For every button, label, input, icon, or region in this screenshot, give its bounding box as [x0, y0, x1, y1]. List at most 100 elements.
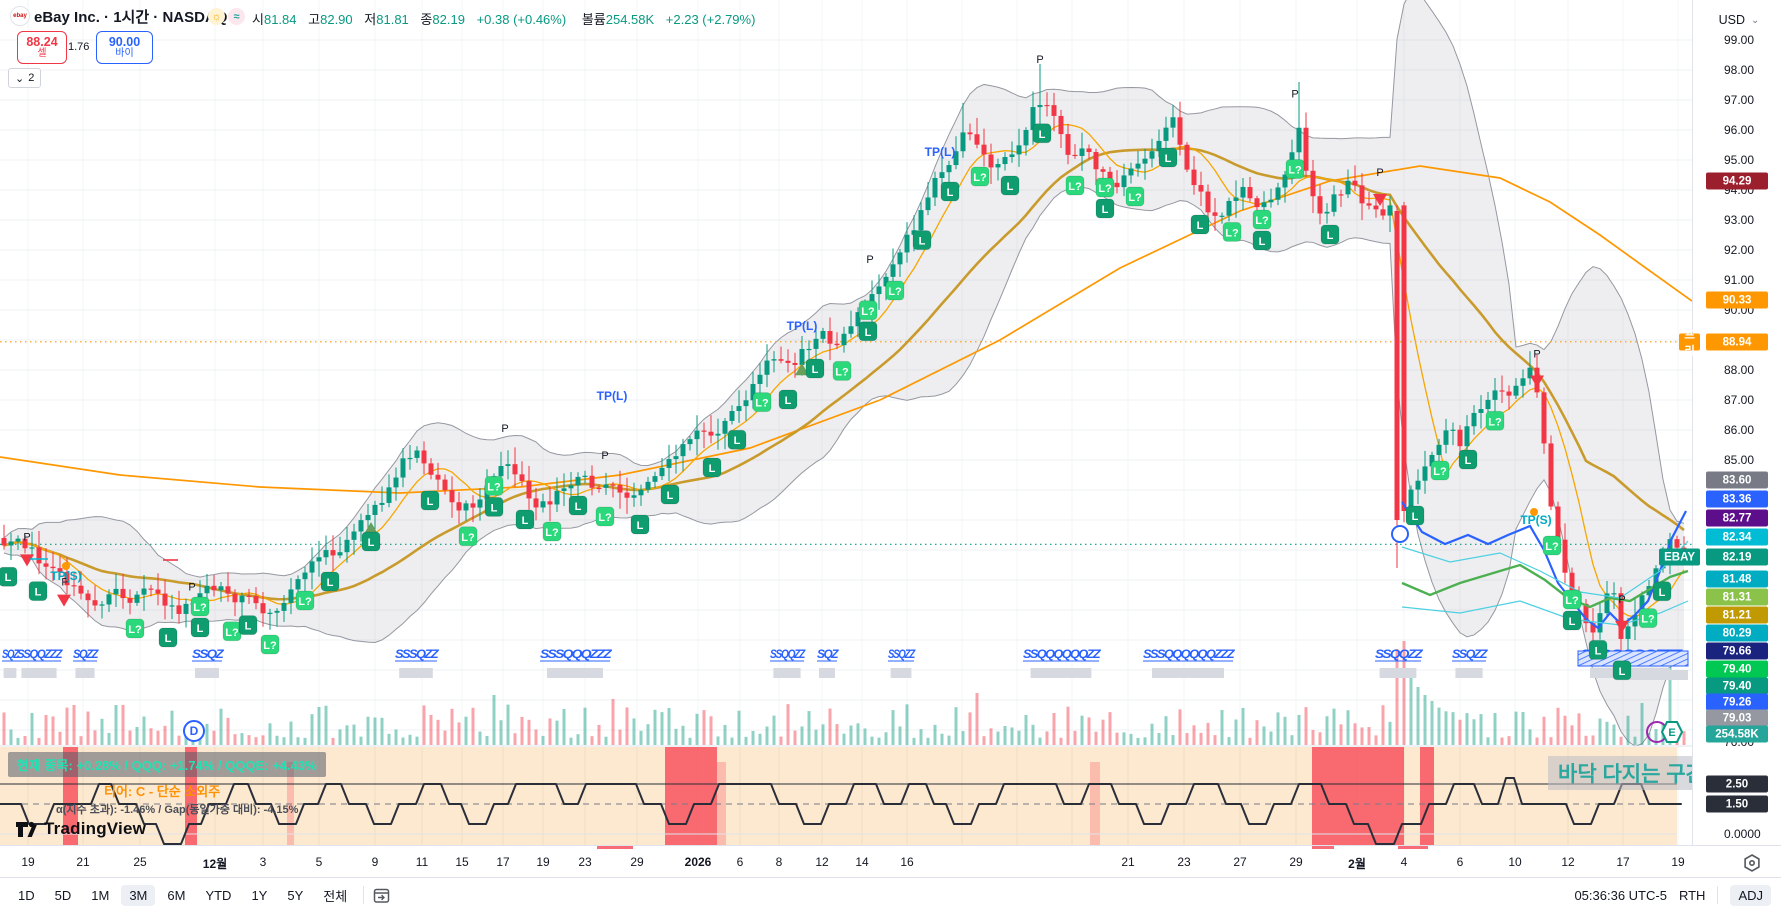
time-label: 19	[536, 855, 550, 869]
squeeze-labels: SQZ SSQQZZZ SQZZ SSQZ SSSQZZ SSSQQQZZZ SSQQZZ S…	[2, 647, 1685, 678]
sell-triangle-icon	[20, 554, 34, 567]
svg-text:L?: L?	[1565, 595, 1579, 607]
range-button-5y[interactable]: 5Y	[279, 885, 311, 906]
svg-text:L: L	[1039, 129, 1046, 141]
svg-text:L: L	[1007, 181, 1014, 193]
svg-text:L?: L?	[487, 481, 501, 493]
tradingview-logo-icon	[16, 821, 37, 837]
price-badge: 79.66	[1706, 642, 1768, 660]
svg-text:L?: L?	[1068, 181, 1082, 193]
svg-text:L?: L?	[888, 286, 902, 298]
time-label: 16	[900, 855, 914, 869]
price-badge: 1.50	[1706, 795, 1768, 813]
high-value: 82.90	[320, 12, 353, 27]
price-badge: 81.48	[1706, 570, 1768, 588]
squeeze-label-text: SSSQZZ	[395, 647, 439, 661]
price-badge: 83.36	[1706, 490, 1768, 508]
pivot-label: P	[1533, 349, 1540, 361]
symbol-title[interactable]: eBay Inc. · 1시간 · NASDAQ	[34, 6, 227, 27]
currency-label: USD	[1718, 13, 1745, 27]
range-button-1d[interactable]: 1D	[10, 885, 43, 906]
time-label: 12월	[202, 857, 228, 871]
pivot-label: P	[866, 254, 873, 266]
svg-text:L?: L?	[1128, 192, 1142, 204]
svg-text:L: L	[1259, 236, 1266, 248]
time-label: 12	[815, 855, 829, 869]
svg-text:L: L	[1327, 230, 1334, 242]
time-label: 21	[76, 855, 90, 869]
price-scale-label: 0.0000	[1724, 827, 1761, 841]
svg-text:L: L	[865, 327, 872, 339]
price-scale-label: 99.00	[1724, 33, 1755, 47]
svg-text:L?: L?	[1225, 227, 1239, 239]
time-label: 17	[496, 855, 510, 869]
price-badge: 79.40	[1706, 677, 1768, 695]
svg-text:L: L	[197, 623, 204, 635]
range-button-1m[interactable]: 1M	[83, 885, 117, 906]
take-profit-label: TP(L)	[925, 145, 956, 159]
range-button-ytd[interactable]: YTD	[197, 885, 239, 906]
price-scale-label: 87.00	[1724, 393, 1755, 407]
squeeze-label-text: SSQZZ	[1452, 647, 1488, 661]
scale-settings-icon[interactable]	[1742, 853, 1762, 873]
svg-text:L?: L?	[545, 527, 559, 539]
tradingview-chart-window: SQZ SSQQZZZ SQZZ SSQZ SSSQZZ SSSQQQZZZ SSQQZZ S…	[0, 0, 1781, 911]
time-label: 15	[455, 855, 469, 869]
svg-text:L: L	[522, 515, 529, 527]
buy-button[interactable]: 90.00 바이	[96, 31, 153, 64]
svg-text:L: L	[947, 187, 954, 199]
pivot-label: P	[501, 423, 508, 435]
close-value: 82.19	[432, 12, 465, 27]
squeeze-label-text: SSQQZZZ	[17, 647, 63, 661]
svg-text:D: D	[190, 724, 199, 738]
sell-label: 셀	[37, 47, 47, 59]
indicator-collapse-chip[interactable]: ⌄ 2	[8, 68, 42, 88]
svg-text:L?: L?	[1488, 416, 1502, 428]
main-chart-canvas[interactable]: SQZ SSQQZZZ SQZZ SSQZ SSSQZZ SSSQQQZZZ SSQQZZ S…	[0, 0, 1692, 845]
range-button-전체[interactable]: 전체	[315, 883, 355, 908]
low-label: 저	[364, 12, 377, 27]
session-toggle[interactable]: RTH	[1679, 888, 1705, 903]
time-label: 10	[1508, 855, 1522, 869]
adjusted-data-toggle[interactable]: ADJ	[1730, 884, 1771, 906]
svg-text:L?: L?	[1288, 165, 1302, 177]
range-button-5d[interactable]: 5D	[47, 885, 80, 906]
time-label: 9	[371, 855, 379, 869]
svg-text:L: L	[368, 537, 375, 549]
svg-text:L: L	[575, 501, 582, 513]
session-break-mark	[1312, 846, 1334, 849]
price-badge: 82.19 EBAY	[1659, 548, 1768, 566]
svg-text:L: L	[1619, 666, 1626, 678]
svg-text:L: L	[637, 520, 644, 532]
range-button-6m[interactable]: 6M	[159, 885, 193, 906]
volume-change-value: +2.23 (+2.79%)	[665, 12, 756, 27]
price-scale-label: 85.00	[1724, 453, 1755, 467]
price-scale-label: 88.00	[1724, 363, 1755, 377]
time-label: 2월	[1348, 857, 1366, 871]
svg-text:E: E	[1668, 727, 1675, 739]
squeeze-gray-box	[195, 668, 219, 678]
price-scale[interactable]: USD ⌄ 99.00 98.00 97.00 96.00 95.00 94.00 93.0…	[1659, 0, 1781, 845]
pivot-label: P	[1291, 89, 1298, 101]
volume-value: 254.58K	[605, 12, 655, 27]
svg-text:L?: L?	[1098, 183, 1112, 195]
take-profit-label: TP(S)	[50, 569, 81, 583]
symbol-logo[interactable]: ebay	[10, 6, 30, 26]
svg-text:L: L	[1465, 455, 1472, 467]
time-axis[interactable]: 19 21 25 12월 3 5 9 11 15 17 19 23 29 2026 6 8 12 14 16 21 23…	[0, 845, 1781, 878]
range-button-3m[interactable]: 3M	[121, 884, 156, 906]
svg-text:L: L	[1197, 220, 1204, 232]
range-switcher: 1D 5D 1M 3M 6M YTD 1Y 5Y 전체	[0, 883, 355, 908]
bottom-toolbar: 1D 5D 1M 3M 6M YTD 1Y 5Y 전체 05:36:36 UTC-5 RTH A…	[0, 877, 1781, 911]
svg-text:L?: L?	[461, 532, 475, 544]
currency-selector[interactable]: USD ⌄	[1707, 8, 1771, 32]
time-label: 25	[133, 855, 147, 869]
price-badge: 94.29	[1706, 172, 1768, 190]
change-value: +0.38 (+0.46%)	[476, 12, 567, 27]
squeeze-gray-box	[1152, 668, 1224, 678]
sell-button[interactable]: 88.24 셀	[17, 31, 67, 64]
go-to-date-icon[interactable]	[372, 886, 391, 905]
range-button-1y[interactable]: 1Y	[243, 885, 275, 906]
time-label: 14	[855, 855, 869, 869]
ohlc-readout: 시81.84 고82.90 저81.81 종82.19 +0.38 (+0.46…	[252, 9, 755, 28]
